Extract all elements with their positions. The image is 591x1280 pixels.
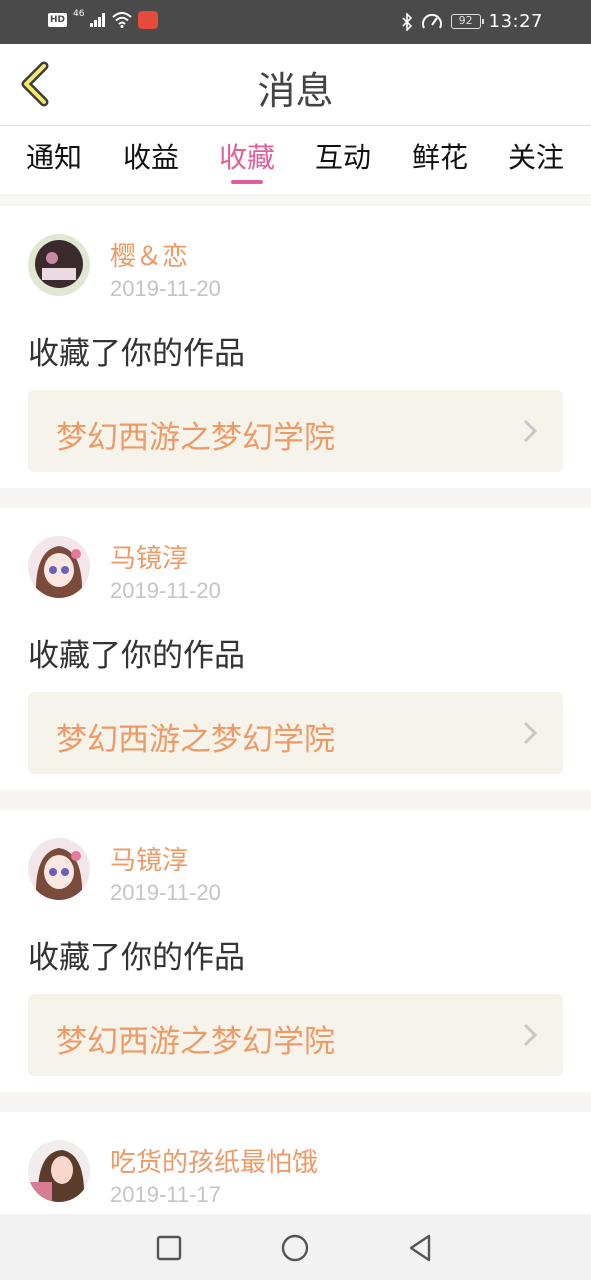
work-link[interactable]: 梦幻西游之梦幻学院 [28,994,563,1076]
user-name[interactable]: 马镜淳 [110,538,188,575]
status-right: 92 13:27 [401,11,543,32]
chevron-right-icon [523,419,538,443]
battery-icon: 92 [450,14,484,29]
message-date: 2019-11-20 [110,276,221,301]
work-title: 梦幻西游之梦幻学院 [56,420,335,456]
work-link[interactable]: 梦幻西游之梦幻学院 [28,692,563,774]
work-link[interactable]: 梦幻西游之梦幻学院 [28,390,563,472]
active-tab-indicator [231,180,263,184]
user-name[interactable]: 樱＆恋 [110,236,188,273]
action-text: 收藏了你的作品 [28,940,245,976]
signal-icon [90,13,106,27]
speedometer-icon [421,13,442,28]
message-card: 吃货的孩纸最怕饿 2019-11-17 [0,1112,591,1214]
message-date: 2019-11-20 [110,880,221,905]
message-card: 樱＆恋 2019-11-20 收藏了你的作品 梦幻西游之梦幻学院 [0,206,591,488]
network-type: 46 [73,9,85,19]
avatar[interactable] [28,1140,90,1202]
status-left: HD 46 [48,9,159,29]
avatar-image [28,1140,90,1202]
hd-badge: HD [48,13,68,27]
page-title: 消息 [257,69,334,113]
action-text: 收藏了你的作品 [28,638,245,674]
chevron-right-icon [523,721,538,745]
avatar[interactable] [28,536,90,598]
tab-notice[interactable]: 通知 [6,136,102,176]
work-title: 梦幻西游之梦幻学院 [56,1024,335,1060]
user-name[interactable]: 马镜淳 [110,840,188,877]
chevron-right-icon [523,1023,538,1047]
app-header: 消息 [0,44,591,126]
back-nav-icon[interactable] [404,1232,436,1264]
status-bar: HD 46 92 13:27 [0,0,591,44]
avatar-image [28,234,90,296]
system-nav-bar [0,1214,591,1280]
avatar-image [28,838,90,900]
avatar-image [28,536,90,598]
tab-bar: 通知 收益 收藏 互动 鲜花 关注 [0,126,591,194]
message-card: 马镜淳 2019-11-20 收藏了你的作品 梦幻西游之梦幻学院 [0,810,591,1092]
message-date: 2019-11-17 [110,1182,221,1207]
bluetooth-icon [402,12,412,31]
tab-interaction[interactable]: 互动 [295,136,391,176]
message-date: 2019-11-20 [110,578,221,603]
home-icon[interactable] [279,1232,311,1264]
wifi-icon [112,12,133,28]
tab-favorites[interactable]: 收藏 [199,136,295,176]
message-card: 马镜淳 2019-11-20 收藏了你的作品 梦幻西游之梦幻学院 [0,508,591,790]
action-text: 收藏了你的作品 [28,336,245,372]
work-title: 梦幻西游之梦幻学院 [56,722,335,758]
tab-follow[interactable]: 关注 [488,136,584,176]
recent-apps-icon[interactable] [153,1232,185,1264]
avatar[interactable] [28,838,90,900]
status-time: 13:27 [488,11,543,32]
user-name[interactable]: 吃货的孩纸最怕饿 [110,1142,318,1179]
tab-earnings[interactable]: 收益 [103,136,199,176]
app-notification-icon [138,11,159,29]
avatar[interactable] [28,234,90,296]
tab-flowers[interactable]: 鲜花 [392,136,488,176]
